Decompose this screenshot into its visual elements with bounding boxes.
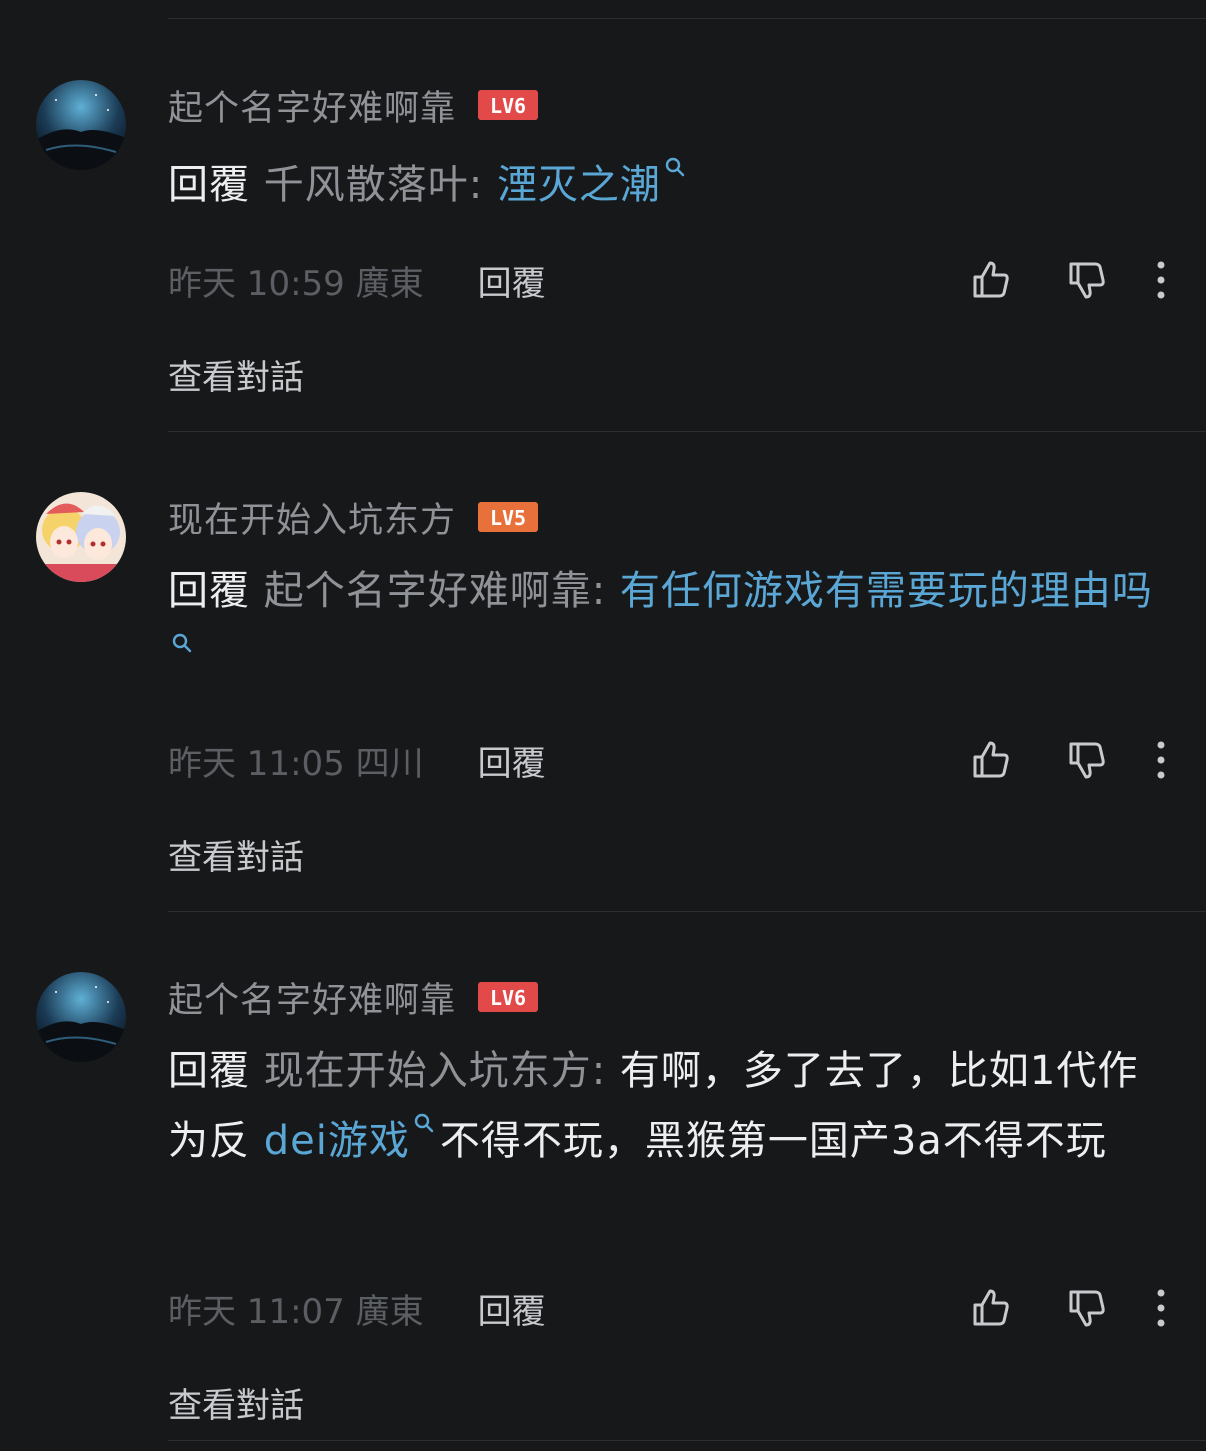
- level-badge: LV5: [478, 502, 539, 532]
- view-conversation-link[interactable]: 查看對話: [168, 350, 304, 399]
- search-icon[interactable]: [170, 632, 194, 656]
- meta-row: 昨天 10:59 廣東 回覆: [168, 250, 1206, 310]
- search-icon[interactable]: [663, 156, 687, 180]
- more-options-button[interactable]: [1146, 255, 1176, 305]
- more-vertical-icon: [1157, 1289, 1165, 1327]
- timestamp-location: 昨天 11:05 四川: [168, 743, 424, 784]
- user-avatar[interactable]: [36, 972, 126, 1062]
- thumbs-down-icon: [1069, 262, 1105, 299]
- username-row: 现在开始入坑东方 LV5: [168, 492, 539, 543]
- user-avatar[interactable]: [36, 492, 126, 582]
- comment-divider: [168, 431, 1206, 432]
- reply-prefix: 回覆: [168, 1048, 250, 1094]
- avatar-night-sky-image: [36, 972, 126, 1062]
- level-text: LV6: [490, 94, 526, 118]
- reply-button[interactable]: 回覆: [478, 256, 546, 305]
- dislike-button[interactable]: [1062, 1283, 1112, 1333]
- username[interactable]: 现在开始入坑东方: [168, 492, 456, 543]
- username[interactable]: 起个名字好难啊靠: [168, 80, 456, 131]
- comment-body: 回覆 现在开始入坑东方: 有啊，多了去了，比如1代作为反 dei游戏 不得不玩，黑…: [168, 1036, 1158, 1176]
- search-icon[interactable]: [412, 1112, 436, 1136]
- meta-row: 昨天 11:07 廣東 回覆: [168, 1278, 1206, 1338]
- thumbs-up-icon: [973, 741, 1009, 778]
- reply-prefix: 回覆: [168, 162, 250, 208]
- search-link[interactable]: 湮灭之潮: [497, 162, 661, 208]
- username-row: 起个名字好难啊靠 LV6: [168, 80, 539, 131]
- dislike-button[interactable]: [1062, 735, 1112, 785]
- reply-prefix: 回覆: [168, 568, 250, 614]
- level-text: LV5: [490, 506, 526, 530]
- comment-actions: [966, 1278, 1176, 1338]
- timestamp-location: 昨天 10:59 廣東: [168, 263, 424, 304]
- username[interactable]: 起个名字好难啊靠: [168, 972, 456, 1023]
- more-vertical-icon: [1157, 261, 1165, 299]
- reply-target-user[interactable]: 现在开始入坑东方:: [264, 1048, 606, 1094]
- more-options-button[interactable]: [1146, 1283, 1176, 1333]
- comment-body: 回覆 千风散落叶: 湮灭之潮: [168, 150, 1158, 220]
- level-text: LV6: [490, 986, 526, 1010]
- reply-button[interactable]: 回覆: [478, 736, 546, 785]
- thumbs-down-icon: [1069, 1290, 1105, 1327]
- search-link[interactable]: 有任何游戏有需要玩的理由吗: [620, 568, 1153, 614]
- user-avatar[interactable]: [36, 80, 126, 170]
- view-conversation-link[interactable]: 查看對話: [168, 830, 304, 879]
- thumbs-up-icon: [973, 261, 1009, 298]
- bottom-divider: [168, 1440, 1206, 1441]
- avatar-anime-image: [36, 492, 126, 582]
- avatar-night-sky-image: [36, 80, 126, 170]
- thumbs-down-icon: [1069, 742, 1105, 779]
- like-button[interactable]: [966, 735, 1016, 785]
- level-badge: LV6: [478, 90, 539, 120]
- timestamp-location: 昨天 11:07 廣東: [168, 1291, 424, 1332]
- top-divider: [168, 18, 1206, 19]
- reply-target-user[interactable]: 起个名字好难啊靠:: [264, 568, 606, 614]
- view-conversation-link[interactable]: 查看對話: [168, 1378, 304, 1427]
- more-options-button[interactable]: [1146, 735, 1176, 785]
- meta-row: 昨天 11:05 四川 回覆: [168, 730, 1206, 790]
- dislike-button[interactable]: [1062, 255, 1112, 305]
- reply-target-user[interactable]: 千风散落叶:: [264, 162, 483, 208]
- more-vertical-icon: [1157, 741, 1165, 779]
- level-badge: LV6: [478, 982, 539, 1012]
- like-button[interactable]: [966, 1283, 1016, 1333]
- comment-body: 回覆 起个名字好难啊靠: 有任何游戏有需要玩的理由吗: [168, 556, 1158, 696]
- thumbs-up-icon: [973, 1289, 1009, 1326]
- comment-actions: [966, 730, 1176, 790]
- username-row: 起个名字好难啊靠 LV6: [168, 972, 539, 1023]
- like-button[interactable]: [966, 255, 1016, 305]
- comment-text: 不得不玩，黑猴第一国产3a不得不玩: [439, 1118, 1107, 1164]
- reply-button[interactable]: 回覆: [478, 1284, 546, 1333]
- comment-actions: [966, 250, 1176, 310]
- search-link[interactable]: dei游戏: [264, 1118, 410, 1164]
- comment-divider: [168, 911, 1206, 912]
